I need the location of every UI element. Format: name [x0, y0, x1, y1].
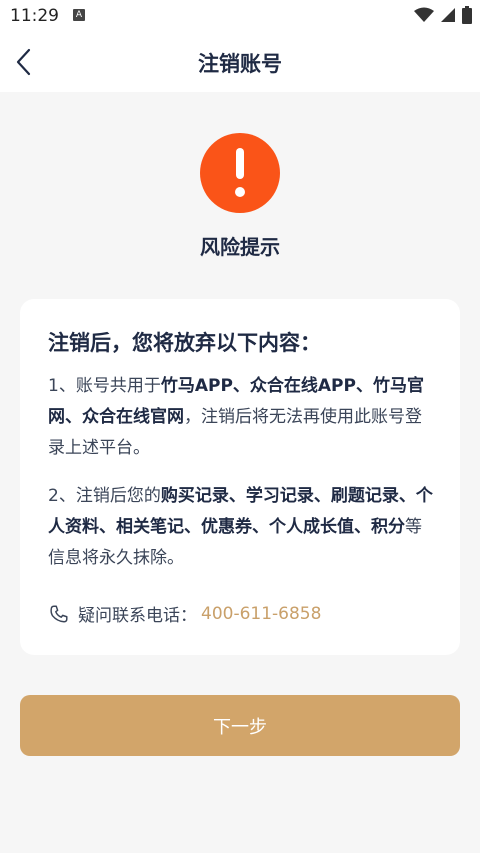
notice-item-1: 1、账号共用于竹马APP、众合在线APP、竹马官网、众合在线官网，注销后将无法再…	[48, 371, 438, 464]
signal-icon	[441, 8, 455, 22]
warning-icon	[200, 133, 280, 213]
card-heading: 注销后，您将放弃以下内容：	[48, 331, 321, 355]
contact-phone-row: 疑问联系电话： 400-611-6858	[48, 601, 321, 626]
battery-icon	[462, 6, 472, 24]
item2-prefix: 2、注销后您的	[48, 486, 161, 506]
next-step-button[interactable]: 下一步	[20, 695, 460, 756]
risk-title: 风险提示	[200, 235, 280, 259]
page-title: 注销账号	[198, 52, 282, 76]
item1-prefix: 1、账号共用于	[48, 376, 161, 396]
phone-label: 疑问联系电话：	[78, 606, 197, 626]
wifi-icon	[414, 7, 434, 22]
status-icons	[414, 6, 472, 24]
status-time: 11:29	[10, 6, 59, 26]
notice-item-2: 2、注销后您的购买记录、学习记录、刷题记录、个人资料、相关笔记、优惠券、个人成长…	[48, 481, 438, 574]
notice-card: 注销后，您将放弃以下内容： 1、账号共用于竹马APP、众合在线APP、竹马官网、…	[20, 299, 460, 655]
phone-icon	[50, 604, 68, 623]
status-bar: 11:29 A	[0, 0, 480, 32]
phone-number-link[interactable]: 400-611-6858	[201, 604, 321, 624]
app-bar: 注销账号	[0, 32, 480, 92]
notification-a-icon: A	[73, 9, 85, 21]
